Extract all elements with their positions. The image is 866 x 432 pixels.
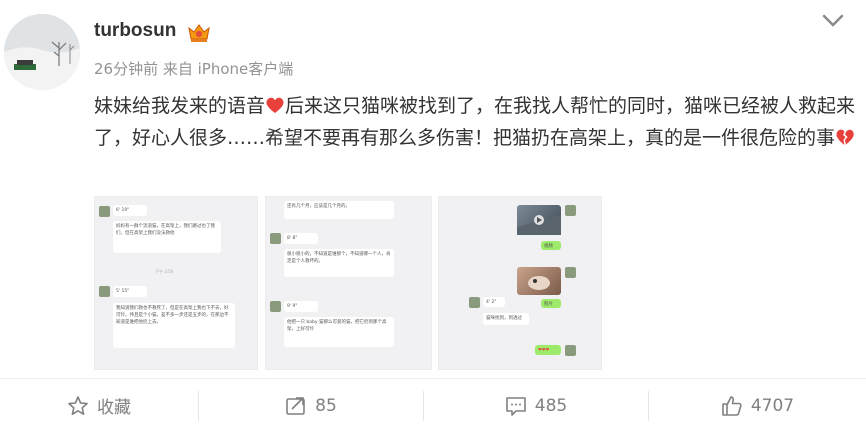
photo-thumbnail: [517, 267, 561, 295]
chat-message: 还有几个月，应该是几个月的。: [284, 201, 394, 219]
chat-message: 猫咪找到，到透过: [483, 313, 529, 325]
comment-count: 485: [534, 395, 568, 416]
chat-avatar: [469, 297, 480, 308]
chat-avatar: [270, 233, 281, 244]
post-meta: 26分钟前 来自 iPhone客户端: [94, 58, 293, 79]
video-thumbnail: [517, 205, 561, 235]
hearts-message: ❤❤❤: [535, 345, 561, 355]
chat-message: 视频: [541, 241, 561, 250]
star-icon: [68, 395, 88, 415]
favorite-label: 收藏: [97, 398, 131, 418]
chat-message: 很小很小的，不知道是谁那个，不知道哪一个人，肯定是个人救坏的。: [284, 249, 394, 277]
post-text-part1: 妹妹给我发来的语音: [94, 95, 266, 117]
chat-screenshot-image-1[interactable]: 6' 19" 妈妈有一群个流浪猫，在高架上，我们路过也了我们，但在高架上我们没法…: [94, 196, 258, 370]
chat-avatar-self: [565, 267, 576, 278]
comment-button[interactable]: 485: [424, 379, 648, 432]
chevron-down-icon[interactable]: [821, 12, 845, 30]
chat-avatar-self: [565, 345, 576, 356]
action-bar: 收藏 85 485 4707: [0, 378, 866, 432]
repost-icon: [286, 396, 305, 415]
repost-button[interactable]: 85: [199, 379, 423, 432]
like-count: 4707: [750, 395, 795, 416]
red-heart-icon: [266, 97, 284, 113]
chat-message: 我知道我们救也不救死了，但是在高架上我也下不去，好可怜。伟且是个小猫，差不多一步…: [113, 303, 235, 348]
snow-landscape-avatar-image: [4, 14, 80, 90]
chat-screenshot-image-2[interactable]: 还有几个月，应该是几个月的。 8' 8" 很小很小的，不知道是谁那个，不知道哪一…: [265, 196, 432, 370]
chat-message: 照片: [541, 299, 561, 308]
voice-message: 5' 15": [113, 286, 147, 297]
chat-message: 他把一只 baby 猫那么可爱的猫，把它扔到那个高架，上好可怜: [284, 317, 394, 347]
voice-message: 6' 19": [113, 205, 147, 216]
voice-message: 9' 9": [284, 301, 318, 312]
favorite-button[interactable]: 收藏: [0, 379, 198, 432]
crown-vip-icon[interactable]: [186, 21, 212, 43]
chat-avatar: [99, 206, 110, 217]
chat-avatar-self: [565, 205, 576, 216]
broken-heart-icon: [836, 129, 854, 145]
chat-screenshot-image-3[interactable]: 视频 照片 4' 2" 猫咪找到，到透过 ❤❤❤: [438, 196, 602, 370]
chat-timestamp: 下午 3:50: [155, 269, 174, 274]
thumbs-up-icon: [722, 395, 742, 416]
post-time[interactable]: 26分钟前: [94, 60, 158, 78]
repost-count: 85: [315, 395, 337, 416]
voice-message: 4' 2": [483, 297, 505, 307]
comment-icon: [505, 396, 526, 416]
chat-avatar: [99, 286, 110, 297]
avatar[interactable]: [4, 14, 80, 90]
chat-avatar: [270, 301, 281, 312]
like-button[interactable]: 4707: [649, 379, 866, 432]
voice-message: 8' 8": [284, 233, 318, 244]
chat-message: 妈妈有一群个流浪猫，在高架上，我们路过也了我们，但在高架上我们没法救他: [113, 221, 221, 253]
post-source[interactable]: 来自 iPhone客户端: [163, 60, 293, 78]
post-text: 妹妹给我发来的语音 后来这只猫咪被找到了，在我找人帮忙的同时，猫咪已经被人救起来了…: [94, 90, 860, 154]
username[interactable]: turbosun: [94, 20, 176, 42]
